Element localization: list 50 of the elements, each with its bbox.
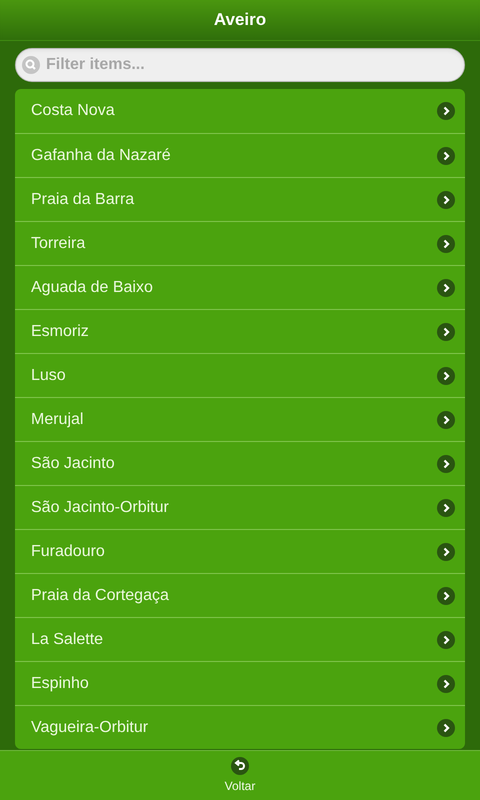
item-label: Gafanha da Nazaré	[31, 146, 171, 166]
chevron-icon	[437, 542, 455, 560]
item-label: Merujal	[31, 410, 84, 430]
item-label: La Salette	[31, 630, 104, 650]
list-item[interactable]: Praia da Barra	[15, 177, 465, 221]
chevron-icon	[437, 498, 455, 516]
item-label: Praia da Cortegaça	[31, 586, 169, 606]
list-item[interactable]: Luso	[15, 353, 465, 397]
item-label: São Jacinto	[31, 454, 115, 474]
filter-field[interactable]: Filter items...	[15, 48, 465, 82]
list-item[interactable]: Furadouro	[15, 529, 465, 573]
chevron-icon	[437, 586, 455, 604]
page-title: Aveiro	[214, 9, 266, 32]
chevron-icon	[437, 146, 455, 164]
chevron-icon	[437, 190, 455, 208]
undo-icon	[231, 756, 249, 774]
item-label: Torreira	[31, 234, 86, 254]
chevron-icon	[437, 454, 455, 472]
item-label: Praia da Barra	[31, 190, 134, 210]
item-label: Esmoriz	[31, 322, 89, 342]
item-label: Costa Nova	[31, 101, 115, 121]
list-item[interactable]: Torreira	[15, 221, 465, 265]
chevron-icon	[437, 234, 455, 252]
search-icon	[22, 56, 40, 74]
item-label: Aguada de Baixo	[31, 278, 153, 298]
chevron-icon	[437, 718, 455, 736]
back-button[interactable]: Voltar	[216, 751, 264, 800]
list-item[interactable]: Espinho	[15, 661, 465, 705]
chevron-icon	[437, 322, 455, 340]
item-label: São Jacinto-Orbitur	[31, 498, 169, 518]
chevron-icon	[437, 102, 455, 120]
list-item[interactable]: La Salette	[15, 617, 465, 661]
item-label: Furadouro	[31, 542, 105, 562]
chevron-icon	[437, 278, 455, 296]
chevron-icon	[437, 630, 455, 648]
list-item[interactable]: São Jacinto-Orbitur	[15, 485, 465, 529]
chevron-icon	[437, 366, 455, 384]
list-item[interactable]: Aguada de Baixo	[15, 265, 465, 309]
list-item[interactable]: Costa Nova	[15, 89, 465, 133]
chevron-icon	[437, 674, 455, 692]
list-item[interactable]: Vagueira-Orbitur	[15, 705, 465, 749]
chevron-icon	[437, 410, 455, 428]
list-item[interactable]: Gafanha da Nazaré	[15, 133, 465, 177]
item-label: Luso	[31, 366, 66, 386]
list-item[interactable]: Praia da Cortegaça	[15, 573, 465, 617]
list-item[interactable]: São Jacinto	[15, 441, 465, 485]
list-item[interactable]: Esmoriz	[15, 309, 465, 353]
list-item[interactable]: Merujal	[15, 397, 465, 441]
item-label: Vagueira-Orbitur	[31, 718, 148, 738]
item-label: Espinho	[31, 674, 89, 694]
